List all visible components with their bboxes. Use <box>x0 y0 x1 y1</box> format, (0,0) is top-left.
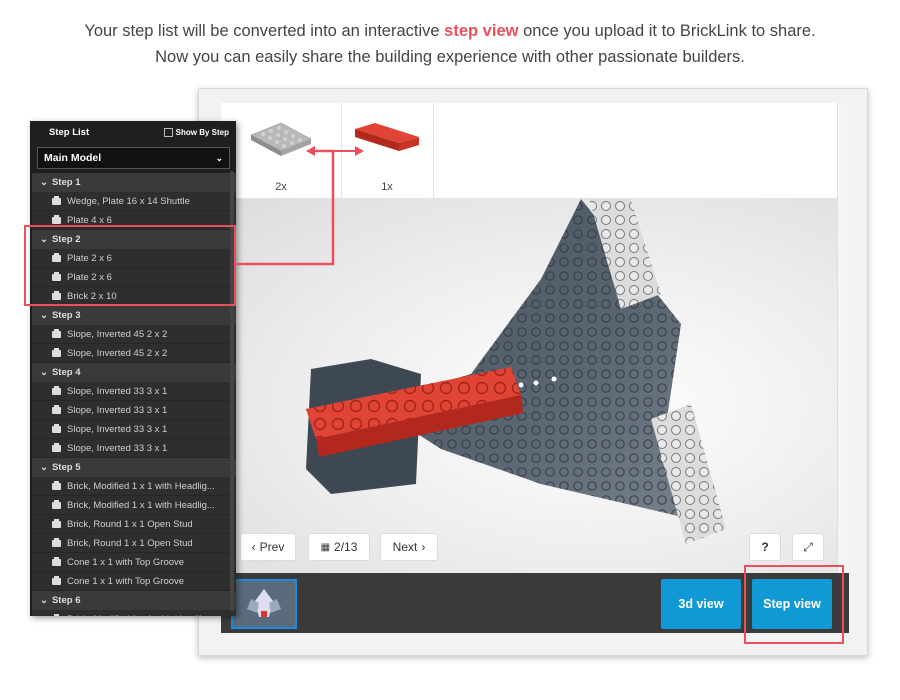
step2-highlight <box>24 225 236 306</box>
step-view-highlight <box>744 565 844 644</box>
